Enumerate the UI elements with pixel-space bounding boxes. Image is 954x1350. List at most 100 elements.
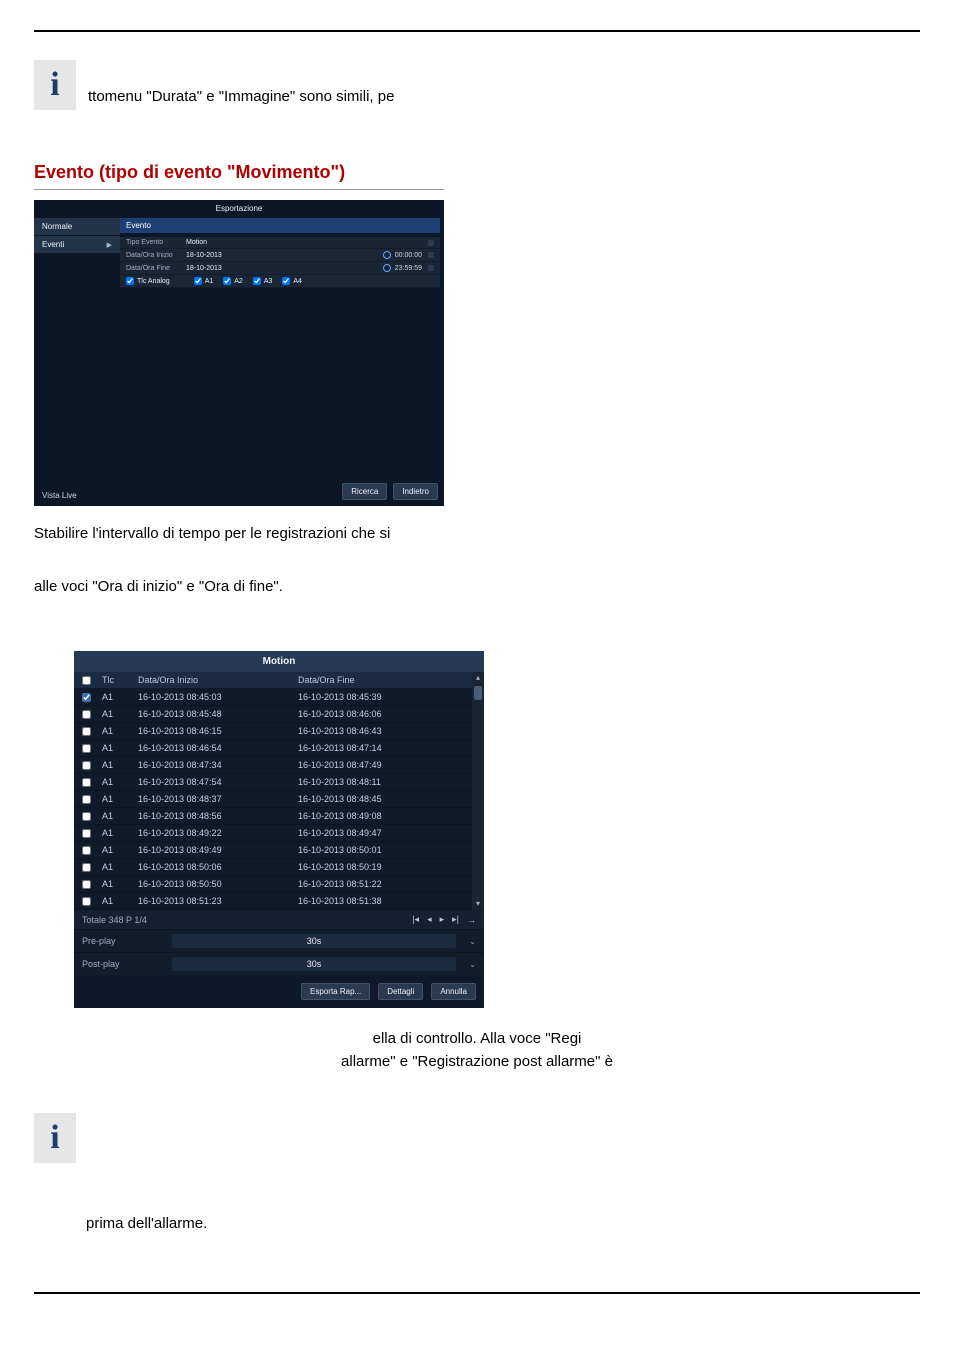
row-checkbox[interactable]: [82, 829, 91, 838]
row-checkbox[interactable]: [82, 710, 91, 719]
value-data-inizio[interactable]: 18-10-2013: [186, 252, 377, 259]
table-row[interactable]: A116-10-2013 08:49:4916-10-2013 08:50:01: [74, 842, 472, 859]
info-icon: i: [34, 1113, 76, 1163]
value-postplay[interactable]: 30s: [172, 957, 456, 971]
col-end: Data/Ora Fine: [298, 675, 464, 685]
dropdown-icon[interactable]: [428, 265, 434, 271]
cell-tlc: A1: [102, 777, 138, 787]
checkbox-a3[interactable]: [253, 277, 261, 285]
info-text-top: ttomenu "Durata" e "Immagine" sono simil…: [88, 60, 394, 107]
row-checkbox[interactable]: [82, 744, 91, 753]
table-row[interactable]: A116-10-2013 08:50:0616-10-2013 08:50:19: [74, 859, 472, 876]
chevron-down-icon[interactable]: ⌄: [466, 937, 476, 946]
tab-eventi[interactable]: Eventi ▶: [34, 236, 120, 254]
table-row[interactable]: A116-10-2013 08:45:4816-10-2013 08:46:06: [74, 706, 472, 723]
checkbox-a1[interactable]: [194, 277, 202, 285]
checkbox-a2[interactable]: [223, 277, 231, 285]
pager-next[interactable]: ▸: [440, 914, 445, 925]
value-tipo-evento[interactable]: Motion: [186, 239, 422, 246]
label-postplay: Post-play: [82, 959, 172, 969]
row-preplay: Pre-play 30s ⌄: [74, 929, 484, 952]
checkbox-a4[interactable]: [282, 277, 290, 285]
row-checkbox[interactable]: [82, 761, 91, 770]
checkbox-select-all[interactable]: [82, 676, 91, 685]
pager-last[interactable]: ▸|: [452, 914, 459, 925]
cell-start: 16-10-2013 08:45:03: [138, 692, 298, 702]
cell-end: 16-10-2013 08:51:38: [298, 896, 464, 906]
row-checkbox[interactable]: [82, 795, 91, 804]
table-row[interactable]: A116-10-2013 08:47:3416-10-2013 08:47:49: [74, 757, 472, 774]
dettagli-button[interactable]: Dettagli: [378, 983, 423, 1000]
cell-start: 16-10-2013 08:47:34: [138, 760, 298, 770]
label-preplay: Pre-play: [82, 936, 172, 946]
row-checkbox[interactable]: [82, 880, 91, 889]
motion-scrollbar[interactable]: ▴ ▾: [472, 672, 484, 910]
pager-go[interactable]: →: [467, 915, 476, 925]
cell-start: 16-10-2013 08:50:06: [138, 862, 298, 872]
table-row[interactable]: A116-10-2013 08:50:5016-10-2013 08:51:22: [74, 876, 472, 893]
annulla-button[interactable]: Annulla: [431, 983, 476, 1000]
motion-totals-row: Totale 348 P 1/4 |◂ ◂ ▸ ▸| →: [74, 910, 484, 929]
info-block-bottom: i: [34, 1113, 76, 1163]
pager-first[interactable]: |◂: [412, 914, 419, 925]
dropdown-icon[interactable]: [428, 240, 434, 246]
pager-prev[interactable]: ◂: [427, 914, 432, 925]
cell-tlc: A1: [102, 896, 138, 906]
table-row[interactable]: A116-10-2013 08:45:0316-10-2013 08:45:39: [74, 689, 472, 706]
row-postplay: Post-play 30s ⌄: [74, 952, 484, 975]
col-start: Data/Ora Inizio: [138, 675, 298, 685]
scroll-down-icon[interactable]: ▾: [476, 898, 480, 910]
chk-a2[interactable]: A2: [223, 277, 243, 285]
row-checkbox[interactable]: [82, 863, 91, 872]
value-data-fine[interactable]: 18-10-2013: [186, 265, 377, 272]
row-checkbox[interactable]: [82, 727, 91, 736]
chevron-down-icon[interactable]: ⌄: [466, 960, 476, 969]
table-row[interactable]: A116-10-2013 08:48:5616-10-2013 08:49:08: [74, 808, 472, 825]
export-dialog-title: Esportazione: [34, 200, 444, 217]
chk-a1[interactable]: A1: [194, 277, 214, 285]
cell-tlc: A1: [102, 726, 138, 736]
info-text-bottom: prima dell'allarme.: [86, 1215, 920, 1232]
scroll-up-icon[interactable]: ▴: [476, 672, 480, 684]
cell-tlc: A1: [102, 828, 138, 838]
ricerca-button[interactable]: Ricerca: [342, 483, 387, 500]
label-a4: A4: [293, 278, 302, 285]
scroll-thumb[interactable]: [474, 686, 482, 700]
table-row[interactable]: A116-10-2013 08:46:5416-10-2013 08:47:14: [74, 740, 472, 757]
chk-a4[interactable]: A4: [282, 277, 302, 285]
chevron-right-icon: ▶: [107, 241, 112, 249]
centered-line-1: ella di controllo. Alla voce "Regi: [373, 1030, 582, 1047]
row-checkbox[interactable]: [82, 693, 91, 702]
time-fine[interactable]: 23:59:59: [395, 265, 422, 272]
table-row[interactable]: A116-10-2013 08:48:3716-10-2013 08:48:45: [74, 791, 472, 808]
chk-tlc-analog[interactable]: Tlc Analog: [126, 277, 170, 285]
clock-icon[interactable]: [383, 264, 391, 272]
chk-a3[interactable]: A3: [253, 277, 273, 285]
table-row[interactable]: A116-10-2013 08:46:1516-10-2013 08:46:43: [74, 723, 472, 740]
time-inizio[interactable]: 00:00:00: [395, 252, 422, 259]
indietro-button[interactable]: Indietro: [393, 483, 438, 500]
tab-normale[interactable]: Normale: [34, 218, 120, 236]
motion-dialog-title: Motion: [74, 651, 484, 672]
rule-top: [34, 30, 920, 32]
live-view-link[interactable]: Vista Live: [42, 491, 77, 500]
tab-eventi-label: Eventi: [42, 240, 64, 249]
value-preplay[interactable]: 30s: [172, 934, 456, 948]
checkbox-tlc-analog[interactable]: [126, 277, 134, 285]
export-right-panel: Evento Tipo Evento Motion Data/Ora Inizi…: [120, 218, 440, 288]
motion-table-header: Tlc Data/Ora Inizio Data/Ora Fine: [74, 672, 472, 689]
export-rap-button[interactable]: Esporta Rap...: [301, 983, 370, 1000]
cell-tlc: A1: [102, 709, 138, 719]
clock-icon[interactable]: [383, 251, 391, 259]
label-a1: A1: [205, 278, 214, 285]
table-row[interactable]: A116-10-2013 08:47:5416-10-2013 08:48:11: [74, 774, 472, 791]
dropdown-icon[interactable]: [428, 252, 434, 258]
table-row[interactable]: A116-10-2013 08:51:2316-10-2013 08:51:38: [74, 893, 472, 910]
table-row[interactable]: A116-10-2013 08:49:2216-10-2013 08:49:47: [74, 825, 472, 842]
row-checkbox[interactable]: [82, 812, 91, 821]
row-checkbox[interactable]: [82, 778, 91, 787]
row-checkbox[interactable]: [82, 846, 91, 855]
row-checkbox[interactable]: [82, 897, 91, 906]
info-block-top: i ttomenu "Durata" e "Immagine" sono sim…: [34, 60, 394, 110]
cell-start: 16-10-2013 08:49:22: [138, 828, 298, 838]
